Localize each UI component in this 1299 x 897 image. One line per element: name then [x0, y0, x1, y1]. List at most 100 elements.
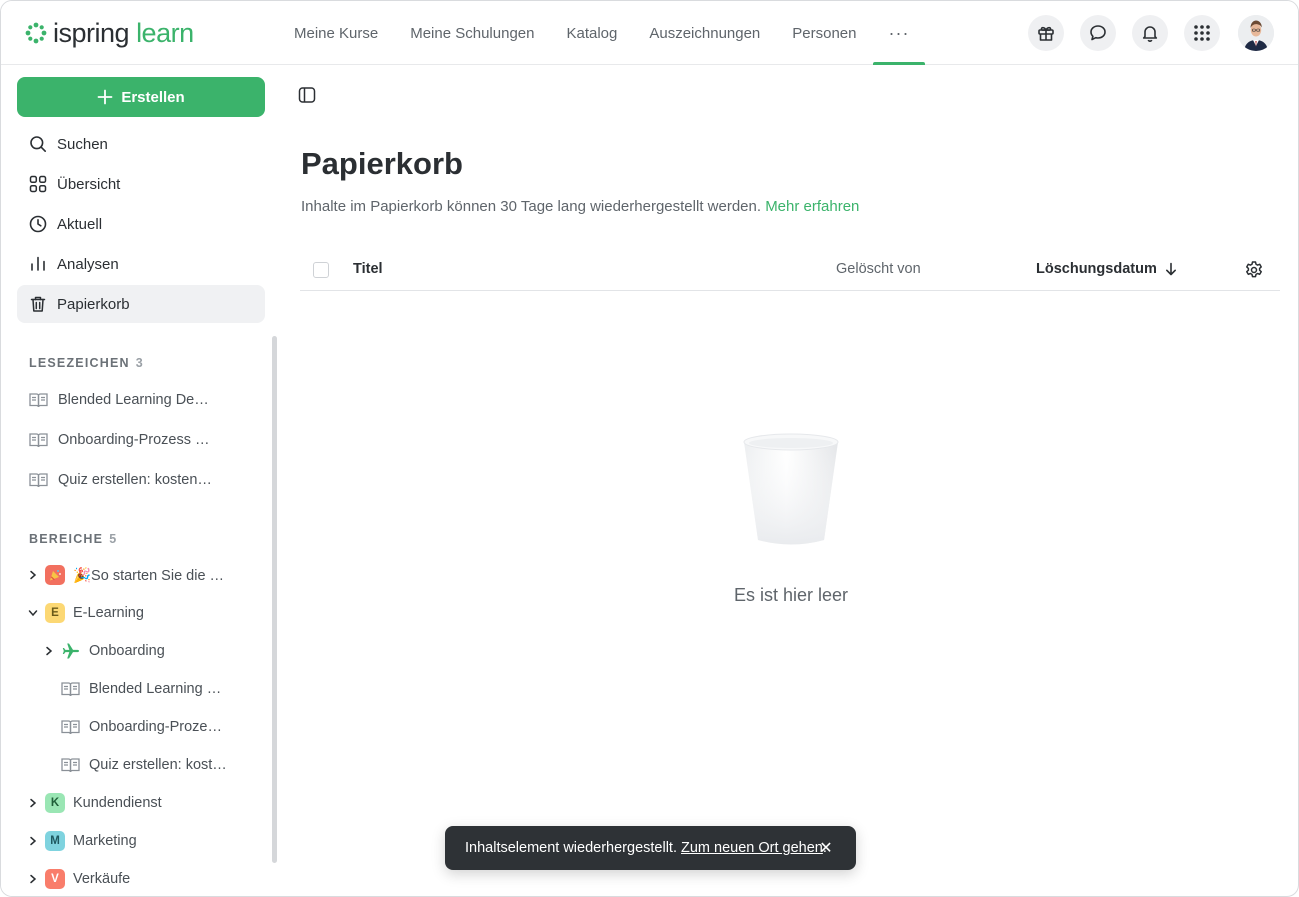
nav-more-button[interactable]: ··· [872, 1, 926, 65]
clock-icon [29, 215, 47, 233]
user-avatar[interactable] [1238, 15, 1274, 51]
area-label: Verkäufe [73, 871, 131, 887]
chevron-right-icon[interactable] [25, 567, 41, 583]
top-actions [1028, 15, 1274, 51]
area-label: Onboarding [89, 643, 165, 659]
area-item-quiz-erstellen[interactable]: Quiz erstellen: kost… [61, 747, 227, 783]
sidebar-item-label: Aktuell [57, 215, 103, 233]
nav-meine-schulungen[interactable]: Meine Schulungen [394, 1, 550, 65]
airplane-icon [61, 641, 81, 661]
area-item-blended-learning[interactable]: Blended Learning … [61, 671, 221, 707]
bell-icon [1142, 26, 1158, 42]
apps-button[interactable] [1184, 15, 1220, 51]
create-button[interactable]: Erstellen [17, 77, 265, 117]
bookmark-item[interactable]: Blended Learning De… [17, 382, 265, 418]
area-item-verkaeufe[interactable]: V Verkäufe [25, 861, 131, 896]
sidebar-item-papierkorb[interactable]: Papierkorb [17, 285, 265, 323]
gift-button[interactable] [1028, 15, 1064, 51]
area-badge: K [45, 793, 65, 813]
avatar-image [1238, 15, 1274, 51]
area-item-so-starten[interactable]: 🎉So starten Sie die … [25, 557, 224, 593]
close-icon[interactable]: ✕ [816, 838, 836, 858]
area-label: 🎉So starten Sie die … [73, 567, 225, 584]
logo-main-text: ispring [53, 18, 130, 48]
arrow-down-icon [1165, 262, 1176, 276]
sidebar-toggle-button[interactable] [297, 85, 317, 105]
search-icon [29, 135, 47, 153]
table-header: Titel Gelöscht von Löschungsdatum [300, 248, 1280, 291]
area-label: Kundendienst [73, 795, 162, 811]
area-badge: M [45, 831, 65, 851]
sidebar-item-uebersicht[interactable]: Übersicht [17, 165, 265, 203]
area-item-onboarding-prozess[interactable]: Onboarding-Proze… [61, 709, 222, 745]
toast-link[interactable]: Zum neuen Ort gehen [681, 840, 823, 856]
trash-icon [29, 295, 47, 313]
page-description: Inhalte im Papierkorb können 30 Tage lan… [301, 198, 859, 215]
area-label: Marketing [73, 833, 137, 849]
bookmarks-count: 3 [135, 356, 144, 370]
book-icon [61, 758, 80, 773]
main-nav: Meine Kurse Meine Schulungen Katalog Aus… [278, 1, 926, 65]
logo-accent-text: learn [136, 18, 194, 48]
area-item-onboarding[interactable]: Onboarding [41, 633, 165, 669]
toast-notification: Inhaltselement wiederhergestellt. Zum ne… [445, 826, 856, 870]
toast-message: Inhaltselement wiederhergestellt. [465, 840, 677, 856]
bookmark-label: Quiz erstellen: kosten… [58, 472, 212, 488]
gift-icon [1038, 26, 1054, 41]
app-window: ispring learn Meine Kurse Meine Schulung… [0, 0, 1299, 897]
column-header-title[interactable]: Titel [353, 261, 383, 277]
empty-state-text: Es ist hier leer [733, 585, 849, 605]
grid-icon [29, 175, 47, 193]
top-bar: ispring learn Meine Kurse Meine Schulung… [1, 1, 1298, 65]
sidebar-item-suchen[interactable]: Suchen [17, 125, 265, 163]
area-badge: E [45, 603, 65, 623]
chevron-right-icon[interactable] [41, 643, 57, 659]
learn-more-link[interactable]: Mehr erfahren [765, 198, 859, 215]
plus-icon [97, 89, 113, 105]
column-header-deletion-date[interactable]: Löschungsdatum [1036, 261, 1177, 277]
nav-meine-kurse[interactable]: Meine Kurse [278, 1, 394, 65]
table-settings-button[interactable] [1244, 260, 1264, 280]
area-item-marketing[interactable]: M Marketing [25, 823, 137, 859]
notifications-button[interactable] [1132, 15, 1168, 51]
create-button-label: Erstellen [121, 88, 185, 106]
sidebar-item-label: Übersicht [57, 175, 121, 193]
column-header-deleted-by[interactable]: Gelöscht von [836, 261, 921, 277]
select-all-checkbox[interactable] [313, 262, 329, 278]
nav-katalog[interactable]: Katalog [550, 1, 633, 65]
panel-left-icon [298, 87, 316, 103]
chevron-down-icon[interactable] [25, 605, 41, 621]
sidebar-scrollbar[interactable] [272, 336, 277, 863]
logo-text: ispring learn [53, 17, 194, 49]
chevron-right-icon[interactable] [25, 795, 41, 811]
area-item-e-learning[interactable]: E E-Learning [25, 595, 144, 631]
bookmark-label: Blended Learning De… [58, 392, 209, 408]
deletion-date-label: Löschungsdatum [1036, 261, 1157, 277]
sidebar-item-aktuell[interactable]: Aktuell [17, 205, 265, 243]
chevron-right-icon[interactable] [25, 871, 41, 887]
sidebar-item-analysen[interactable]: Analysen [17, 245, 265, 283]
main-content: Papierkorb Inhalte im Papierkorb können … [281, 66, 1298, 896]
areas-section-title: BEREICHE 5 [29, 532, 117, 546]
nav-personen[interactable]: Personen [776, 1, 872, 65]
page-title: Papierkorb [301, 146, 463, 181]
bookmark-label: Onboarding-Prozess … [58, 432, 210, 448]
ispring-logo-icon [25, 22, 47, 44]
book-icon [29, 473, 48, 488]
bookmark-item[interactable]: Quiz erstellen: kosten… [17, 462, 265, 498]
chevron-right-icon[interactable] [25, 833, 41, 849]
area-item-kundendienst[interactable]: K Kundendienst [25, 785, 162, 821]
chat-button[interactable] [1080, 15, 1116, 51]
sidebar-item-label: Suchen [57, 135, 108, 153]
book-icon [61, 720, 80, 735]
sidebar-item-label: Analysen [57, 255, 119, 273]
bookmarks-section-title: LESEZEICHEN 3 [29, 356, 144, 370]
ispring-logo[interactable]: ispring learn [25, 17, 194, 49]
bookmarks-title: LESEZEICHEN [29, 356, 130, 370]
sidebar-item-label: Papierkorb [57, 295, 130, 313]
apps-grid-icon [1194, 25, 1210, 41]
bookmark-item[interactable]: Onboarding-Prozess … [17, 422, 265, 458]
area-label: E-Learning [73, 605, 144, 621]
nav-auszeichnungen[interactable]: Auszeichnungen [633, 1, 776, 65]
area-label: Blended Learning … [89, 681, 222, 697]
